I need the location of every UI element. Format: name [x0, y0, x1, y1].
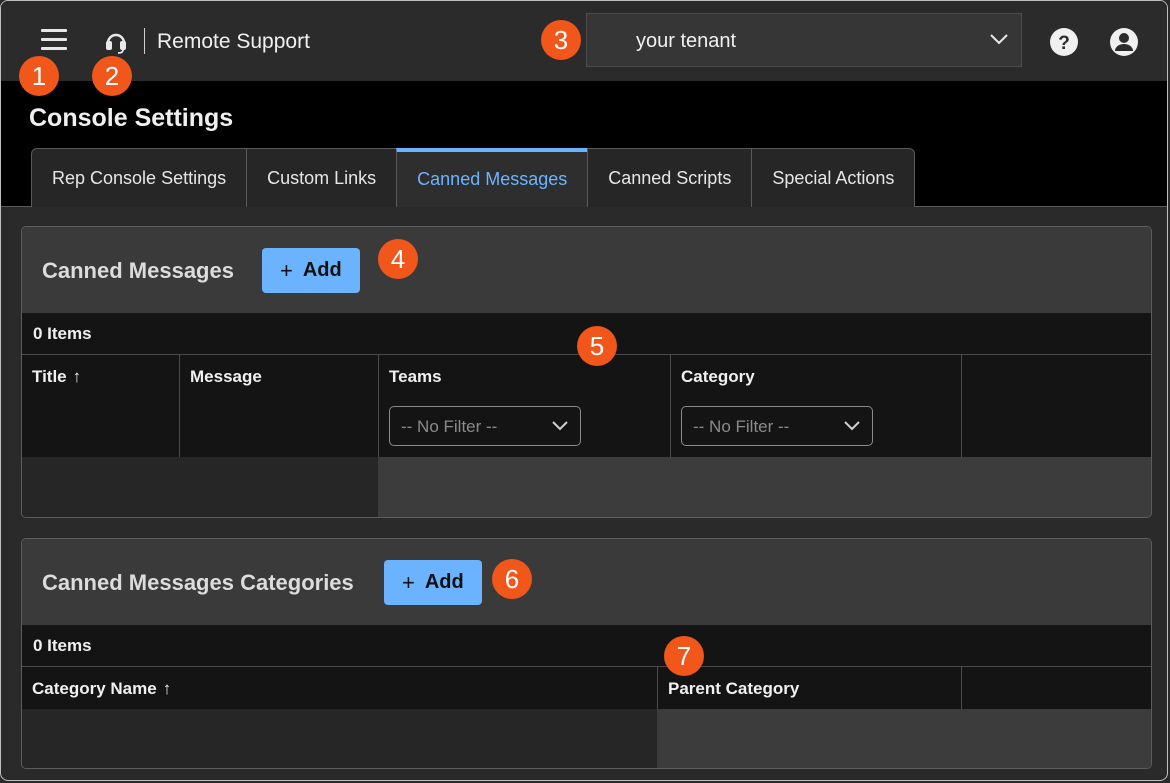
page-title: Console Settings	[29, 104, 234, 132]
svg-text:?: ?	[1058, 33, 1070, 54]
empty-cell	[22, 457, 378, 517]
table-header: Title ↑ Message Teams -- No Filter -- Cat…	[22, 355, 1151, 457]
help-icon[interactable]: ?	[1049, 27, 1079, 57]
app-window: Remote Support your tenant ? Console Set…	[0, 0, 1168, 781]
arrow-up-icon: ↑	[162, 679, 172, 698]
tab-canned-messages[interactable]: Canned Messages	[396, 148, 589, 207]
user-icon[interactable]	[1109, 27, 1139, 57]
tab-custom-links[interactable]: Custom Links	[246, 148, 398, 207]
brand-divider	[144, 28, 145, 54]
chevron-down-icon	[990, 34, 1008, 45]
canned-messages-panel: Canned Messages + Add 0 Items Title ↑ Mes…	[21, 226, 1152, 518]
column-title-label: Title	[32, 367, 67, 386]
column-category-label: Category	[681, 367, 755, 386]
tenant-value: your tenant	[636, 30, 737, 52]
column-category[interactable]: Category -- No Filter --	[670, 355, 961, 457]
column-actions	[961, 355, 1151, 457]
column-title[interactable]: Title ↑	[22, 355, 179, 457]
items-count: 0 Items	[22, 625, 1151, 667]
empty-cell	[657, 709, 1151, 768]
chevron-down-icon	[844, 421, 860, 431]
empty-cell	[22, 709, 657, 768]
column-parent-category[interactable]: Parent Category	[657, 667, 961, 709]
empty-cell	[378, 457, 1151, 517]
teams-filter-select[interactable]: -- No Filter --	[389, 406, 581, 446]
column-teams[interactable]: Teams -- No Filter --	[378, 355, 670, 457]
tab-bar: Rep Console Settings Custom Links Canned…	[31, 148, 916, 207]
annotation-marker-1: 1	[19, 56, 59, 96]
column-message[interactable]: Message	[179, 355, 378, 457]
column-teams-label: Teams	[389, 367, 442, 386]
add-category-button[interactable]: + Add	[384, 560, 482, 605]
chevron-down-icon	[552, 421, 568, 431]
table-body	[22, 457, 1151, 517]
plus-icon: +	[280, 257, 293, 283]
tab-canned-scripts[interactable]: Canned Scripts	[587, 148, 753, 207]
annotation-marker-4: 4	[378, 239, 418, 279]
annotation-marker-5: 5	[577, 326, 617, 366]
tenant-selector[interactable]: your tenant	[586, 13, 1022, 67]
panel-title: Canned Messages	[42, 258, 234, 283]
plus-icon: +	[402, 569, 415, 595]
column-actions	[961, 667, 1151, 709]
tab-special-actions[interactable]: Special Actions	[751, 148, 916, 207]
column-category-name[interactable]: Category Name ↑	[22, 667, 657, 709]
panel-header: Canned Messages + Add	[22, 227, 1151, 313]
hamburger-icon[interactable]	[41, 29, 67, 51]
annotation-marker-3: 3	[541, 20, 581, 60]
app-brand: Remote Support	[157, 30, 310, 53]
column-parent-category-label: Parent Category	[668, 679, 800, 698]
arrow-up-icon: ↑	[72, 367, 82, 386]
category-filter-value: -- No Filter --	[693, 417, 790, 436]
add-canned-message-button[interactable]: + Add	[262, 248, 360, 293]
category-filter-select[interactable]: -- No Filter --	[681, 406, 873, 446]
tab-rep-console-settings[interactable]: Rep Console Settings	[31, 148, 248, 207]
table-header: Category Name ↑ Parent Category	[22, 667, 1151, 709]
column-message-label: Message	[190, 367, 262, 386]
add-label: Add	[424, 571, 464, 593]
teams-filter-value: -- No Filter --	[401, 417, 498, 436]
add-label: Add	[302, 259, 342, 281]
annotation-marker-7: 7	[664, 636, 704, 676]
annotation-marker-2: 2	[92, 56, 132, 96]
column-category-name-label: Category Name	[32, 679, 157, 698]
panel-header: Canned Messages Categories + Add	[22, 539, 1151, 625]
table-body	[22, 709, 1151, 768]
annotation-marker-6: 6	[492, 559, 532, 599]
top-bar: Remote Support your tenant ?	[1, 1, 1167, 81]
panel-title: Canned Messages Categories	[42, 570, 354, 595]
categories-panel: Canned Messages Categories + Add 0 Items…	[21, 538, 1152, 769]
headset-icon	[106, 33, 126, 54]
page-header: Console Settings Rep Console Settings Cu…	[1, 81, 1167, 207]
